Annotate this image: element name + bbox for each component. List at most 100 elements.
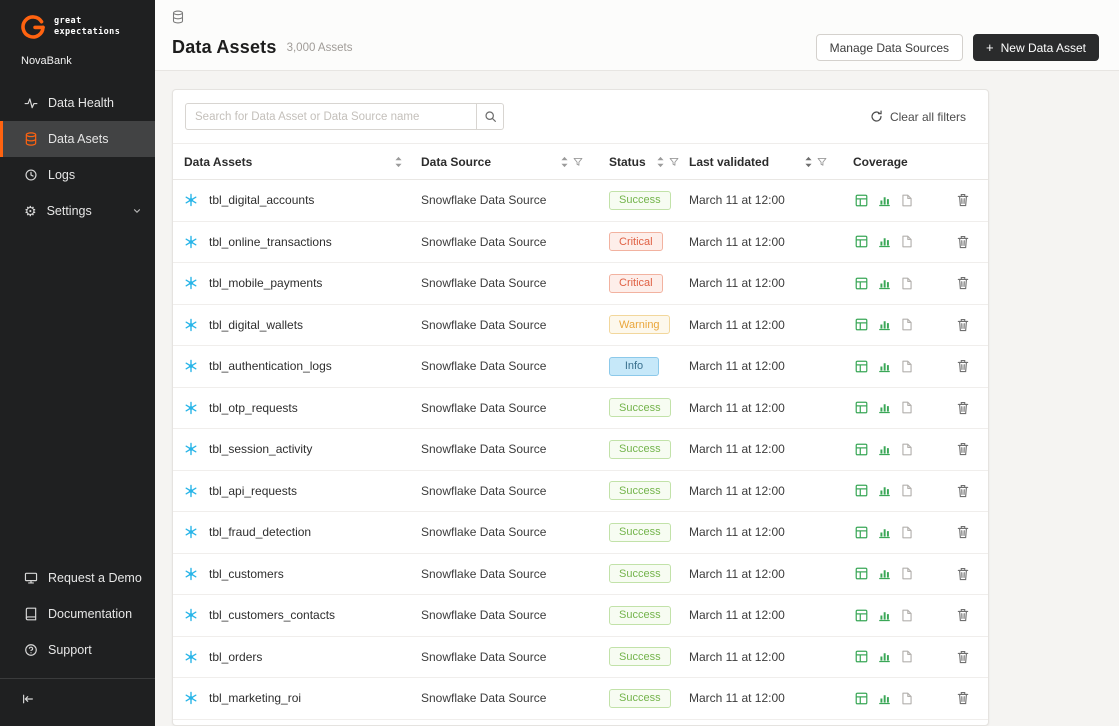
asset-name-link[interactable]: tbl_session_activity: [209, 442, 312, 456]
manage-data-sources-button[interactable]: Manage Data Sources: [815, 34, 964, 61]
table-coverage-icon[interactable]: [855, 692, 868, 705]
sidebar-item-logs[interactable]: Logs: [0, 157, 155, 193]
table-coverage-icon[interactable]: [855, 609, 868, 622]
sort-icon[interactable]: [804, 156, 813, 168]
table-coverage-icon[interactable]: [855, 567, 868, 580]
asset-name-link[interactable]: tbl_marketing_roi: [209, 691, 301, 705]
trash-icon[interactable]: [957, 525, 969, 539]
chart-coverage-icon[interactable]: [878, 401, 891, 414]
trash-icon[interactable]: [957, 318, 969, 332]
asset-name-link[interactable]: tbl_customers_contacts: [209, 608, 335, 622]
chart-coverage-icon[interactable]: [878, 194, 891, 207]
table-row[interactable]: tbl_otp_requests Snowflake Data Source S…: [173, 387, 988, 429]
trash-icon[interactable]: [957, 442, 969, 456]
chart-coverage-icon[interactable]: [878, 277, 891, 290]
doc-coverage-icon[interactable]: [901, 360, 913, 373]
table-coverage-icon[interactable]: [855, 443, 868, 456]
asset-name-link[interactable]: tbl_digital_accounts: [209, 193, 314, 207]
new-data-asset-button[interactable]: + New Data Asset: [973, 34, 1099, 61]
column-header-data-source[interactable]: Data Source: [421, 155, 601, 169]
table-row[interactable]: tbl_digital_wallets Snowflake Data Sourc…: [173, 304, 988, 346]
sidebar-item-request-demo[interactable]: Request a Demo: [0, 560, 155, 596]
asset-name-link[interactable]: tbl_digital_wallets: [209, 318, 303, 332]
doc-coverage-icon[interactable]: [901, 194, 913, 207]
sidebar-item-data-assets[interactable]: Data Asets: [0, 121, 155, 157]
asset-name-link[interactable]: tbl_otp_requests: [209, 401, 298, 415]
chart-coverage-icon[interactable]: [878, 567, 891, 580]
table-row[interactable]: tbl_customers Snowflake Data Source Succ…: [173, 553, 988, 595]
trash-icon[interactable]: [957, 484, 969, 498]
table-row[interactable]: tbl_digital_accounts Snowflake Data Sour…: [173, 180, 988, 222]
table-row[interactable]: tbl_orders Snowflake Data Source Success…: [173, 636, 988, 678]
table-coverage-icon[interactable]: [855, 484, 868, 497]
asset-name-link[interactable]: tbl_mobile_payments: [209, 276, 322, 290]
table-coverage-icon[interactable]: [855, 235, 868, 248]
clear-all-filters-button[interactable]: Clear all filters: [870, 110, 966, 124]
column-header-last-validated[interactable]: Last validated: [689, 155, 845, 169]
table-coverage-icon[interactable]: [855, 360, 868, 373]
asset-name-link[interactable]: tbl_orders: [209, 650, 262, 664]
chart-coverage-icon[interactable]: [878, 360, 891, 373]
sidebar-item-settings[interactable]: ⚙ Settings: [0, 193, 155, 229]
chart-coverage-icon[interactable]: [878, 443, 891, 456]
asset-name-link[interactable]: tbl_api_requests: [209, 484, 297, 498]
filter-icon[interactable]: [573, 157, 583, 167]
chart-coverage-icon[interactable]: [878, 318, 891, 331]
table-coverage-icon[interactable]: [855, 194, 868, 207]
doc-coverage-icon[interactable]: [901, 401, 913, 414]
doc-coverage-icon[interactable]: [901, 443, 913, 456]
table-row[interactable]: tbl_marketing_roi Snowflake Data Source …: [173, 678, 988, 720]
trash-icon[interactable]: [957, 567, 969, 581]
trash-icon[interactable]: [957, 608, 969, 622]
trash-icon[interactable]: [957, 401, 969, 415]
collapse-sidebar-icon[interactable]: [21, 692, 35, 706]
table-row[interactable]: tbl_authentication_logs Snowflake Data S…: [173, 346, 988, 388]
chart-coverage-icon[interactable]: [878, 650, 891, 663]
table-row[interactable]: tbl_fraud_detection Snowflake Data Sourc…: [173, 512, 988, 554]
table-coverage-icon[interactable]: [855, 401, 868, 414]
doc-coverage-icon[interactable]: [901, 235, 913, 248]
trash-icon[interactable]: [957, 691, 969, 705]
table-coverage-icon[interactable]: [855, 526, 868, 539]
search-button[interactable]: [477, 103, 504, 130]
sidebar-item-data-health[interactable]: Data Health: [0, 85, 155, 121]
table-coverage-icon[interactable]: [855, 277, 868, 290]
table-row[interactable]: tbl_online_transactions Snowflake Data S…: [173, 221, 988, 263]
asset-name-link[interactable]: tbl_authentication_logs: [209, 359, 332, 373]
doc-coverage-icon[interactable]: [901, 609, 913, 622]
column-header-data-assets[interactable]: Data Assets: [173, 155, 421, 169]
table-coverage-icon[interactable]: [855, 318, 868, 331]
table-row[interactable]: tbl_customers_contacts Snowflake Data So…: [173, 595, 988, 637]
database-breadcrumb-icon[interactable]: [172, 10, 184, 24]
chart-coverage-icon[interactable]: [878, 484, 891, 497]
sort-icon[interactable]: [394, 156, 403, 168]
doc-coverage-icon[interactable]: [901, 526, 913, 539]
asset-name-link[interactable]: tbl_online_transactions: [209, 235, 332, 249]
sort-icon[interactable]: [656, 156, 665, 168]
trash-icon[interactable]: [957, 359, 969, 373]
filter-icon[interactable]: [669, 157, 679, 167]
table-row[interactable]: tbl_mobile_payments Snowflake Data Sourc…: [173, 263, 988, 305]
doc-coverage-icon[interactable]: [901, 650, 913, 663]
search-input[interactable]: [185, 103, 477, 130]
sidebar-item-support[interactable]: Support: [0, 632, 155, 668]
column-header-status[interactable]: Status: [601, 155, 689, 169]
sort-icon[interactable]: [560, 156, 569, 168]
trash-icon[interactable]: [957, 235, 969, 249]
trash-icon[interactable]: [957, 650, 969, 664]
table-row[interactable]: tbl_api_requests Snowflake Data Source S…: [173, 470, 988, 512]
chart-coverage-icon[interactable]: [878, 692, 891, 705]
doc-coverage-icon[interactable]: [901, 484, 913, 497]
trash-icon[interactable]: [957, 193, 969, 207]
doc-coverage-icon[interactable]: [901, 318, 913, 331]
chart-coverage-icon[interactable]: [878, 609, 891, 622]
filter-icon[interactable]: [817, 157, 827, 167]
doc-coverage-icon[interactable]: [901, 567, 913, 580]
doc-coverage-icon[interactable]: [901, 692, 913, 705]
chart-coverage-icon[interactable]: [878, 526, 891, 539]
asset-name-link[interactable]: tbl_customers: [209, 567, 284, 581]
chart-coverage-icon[interactable]: [878, 235, 891, 248]
trash-icon[interactable]: [957, 276, 969, 290]
table-coverage-icon[interactable]: [855, 650, 868, 663]
table-row[interactable]: tbl_session_activity Snowflake Data Sour…: [173, 429, 988, 471]
